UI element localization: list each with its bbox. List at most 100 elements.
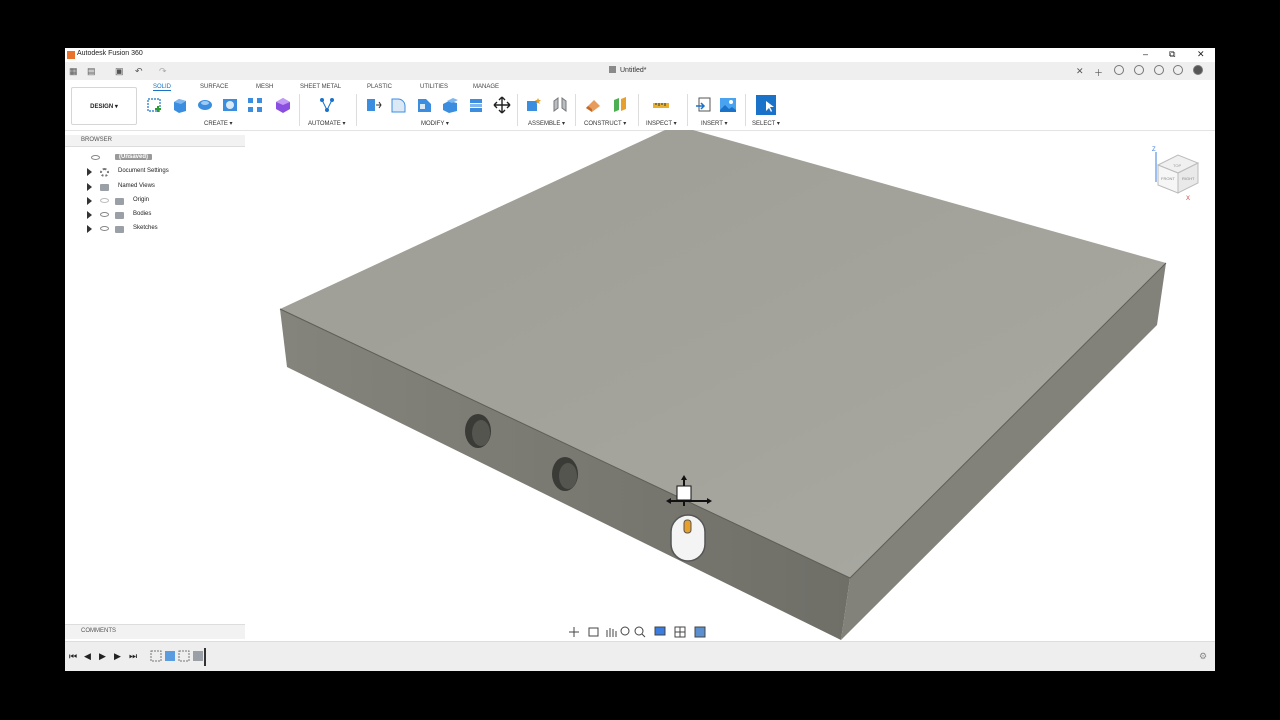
automate-icon[interactable] — [318, 96, 336, 114]
insert-canvas-icon[interactable] — [719, 96, 737, 114]
timeline-sketch-icon[interactable] — [150, 650, 162, 662]
fusion-window: Autodesk Fusion 360 – ⧉ ✕ ▦ ▤ ▣ ↶ ↷ Unti… — [65, 48, 1215, 671]
viewcube-front-label: FRONT — [1161, 176, 1175, 181]
insert-derive-icon[interactable] — [694, 96, 712, 114]
browser-title: BROWSER — [81, 137, 113, 143]
create-sketch-icon[interactable] — [146, 96, 164, 114]
group-assemble[interactable]: ASSEMBLE ▾ — [528, 120, 565, 127]
job-status-icon[interactable] — [1134, 65, 1144, 75]
data-panel-grid-icon[interactable]: ▦ — [69, 66, 78, 77]
group-automate[interactable]: AUTOMATE ▾ — [308, 120, 345, 127]
timeline-hole-icon[interactable] — [193, 651, 203, 661]
expand-icon[interactable] — [87, 197, 92, 205]
comments-panel[interactable]: COMMENTS — [65, 624, 245, 639]
close-button[interactable]: ✕ — [1197, 49, 1205, 60]
group-create[interactable]: CREATE ▾ — [204, 120, 233, 127]
press-pull-icon[interactable] — [364, 96, 382, 114]
save-icon[interactable]: ▣ — [115, 66, 124, 77]
ribbon-divider — [687, 94, 688, 126]
fit-icon[interactable] — [634, 626, 646, 638]
create-form-icon[interactable] — [274, 96, 292, 114]
group-inspect[interactable]: INSPECT ▾ — [646, 120, 677, 127]
tab-sheet-metal[interactable]: SHEET METAL — [300, 84, 341, 90]
grid-settings-icon[interactable] — [674, 626, 686, 638]
look-at-icon[interactable] — [588, 627, 599, 637]
document-tab[interactable]: Untitled* — [609, 66, 646, 74]
block-top-face[interactable] — [280, 130, 1166, 578]
minimize-button[interactable]: – — [1143, 49, 1148, 59]
tab-mesh[interactable]: MESH — [256, 84, 273, 90]
revolve-icon[interactable] — [196, 96, 214, 114]
group-construct[interactable]: CONSTRUCT ▾ — [584, 120, 626, 127]
browser-root[interactable]: (Unsaved) — [65, 152, 245, 164]
extensions-icon[interactable] — [1114, 65, 1124, 75]
workspace-switcher[interactable]: DESIGN ▾ — [71, 87, 137, 125]
browser-item-origin[interactable]: Origin — [65, 195, 245, 207]
undo-icon[interactable]: ↶ — [135, 66, 143, 77]
group-modify[interactable]: MODIFY ▾ — [421, 120, 449, 127]
fillet-icon[interactable] — [389, 96, 407, 114]
browser-item-named-views[interactable]: Named Views — [65, 181, 245, 193]
notifications-icon[interactable] — [1154, 65, 1164, 75]
expand-icon[interactable] — [87, 168, 92, 176]
step-forward-icon[interactable]: ▶ — [114, 651, 121, 662]
pan-icon[interactable] — [606, 628, 617, 637]
ribbon-divider — [356, 94, 357, 126]
tab-utilities[interactable]: UTILITIES — [420, 84, 448, 90]
zoom-icon[interactable] — [620, 626, 630, 636]
visibility-icon[interactable] — [100, 226, 109, 231]
ribbon-divider — [745, 94, 746, 126]
hole-icon[interactable] — [221, 96, 239, 114]
new-tab-icon[interactable]: ＋ — [1094, 66, 1103, 79]
folder-icon — [115, 226, 124, 233]
app-title: Autodesk Fusion 360 — [77, 50, 143, 57]
visibility-icon[interactable] — [100, 198, 109, 203]
tab-surface[interactable]: SURFACE — [200, 84, 228, 90]
redo-icon[interactable]: ↷ — [159, 66, 167, 77]
timeline-sketch-icon[interactable] — [178, 650, 190, 662]
pattern-icon[interactable] — [246, 96, 264, 114]
browser-item-document-settings[interactable]: Document Settings — [65, 166, 245, 178]
go-to-end-icon[interactable]: ⏭ — [129, 651, 137, 662]
offset-plane-icon[interactable] — [584, 96, 602, 114]
expand-icon[interactable] — [87, 183, 92, 191]
browser-item-sketches[interactable]: Sketches — [65, 223, 245, 235]
new-component-icon[interactable] — [525, 96, 543, 114]
file-menu-icon[interactable]: ▤ — [87, 66, 96, 77]
user-avatar[interactable] — [1193, 65, 1203, 75]
tab-close-icon[interactable]: ✕ — [1076, 66, 1084, 77]
chamfer-icon[interactable] — [415, 96, 433, 114]
plane-at-angle-icon[interactable] — [611, 96, 629, 114]
extrude-icon[interactable] — [171, 96, 189, 114]
viewcube-top-label: TOP — [1173, 163, 1181, 168]
tab-manage[interactable]: MANAGE — [473, 84, 499, 90]
expand-icon[interactable] — [87, 225, 92, 233]
measure-icon[interactable] — [652, 96, 670, 114]
select-icon[interactable] — [755, 94, 777, 116]
browser-header[interactable]: BROWSER — [65, 135, 245, 147]
axis-z-label: Z — [1152, 147, 1156, 153]
split-body-icon[interactable] — [467, 96, 485, 114]
timeline-extrude-icon[interactable] — [165, 651, 175, 661]
go-to-start-icon[interactable]: ⏮ — [69, 651, 77, 662]
timeline-settings-icon[interactable]: ⚙ — [1199, 651, 1207, 662]
view-cube[interactable]: TOP FRONT RIGHT Z X — [1152, 147, 1200, 202]
browser-item-bodies[interactable]: Bodies — [65, 209, 245, 221]
group-insert[interactable]: INSERT ▾ — [701, 120, 727, 127]
tab-plastic[interactable]: PLASTIC — [367, 84, 392, 90]
visibility-icon[interactable] — [91, 155, 100, 160]
orbit-icon[interactable] — [569, 627, 579, 637]
joint-icon[interactable] — [551, 96, 569, 114]
group-select[interactable]: SELECT ▾ — [752, 120, 780, 127]
shell-icon[interactable] — [441, 96, 459, 114]
play-icon[interactable]: ▶ — [99, 651, 106, 662]
step-back-icon[interactable]: ◀ — [84, 651, 91, 662]
maximize-button[interactable]: ⧉ — [1169, 49, 1175, 60]
visibility-icon[interactable] — [100, 212, 109, 217]
move-copy-icon[interactable] — [493, 96, 511, 114]
help-icon[interactable] — [1173, 65, 1183, 75]
display-settings-icon[interactable] — [654, 626, 666, 636]
expand-icon[interactable] — [87, 211, 92, 219]
tab-solid[interactable]: SOLID — [153, 84, 172, 91]
viewports-icon[interactable] — [694, 626, 706, 638]
